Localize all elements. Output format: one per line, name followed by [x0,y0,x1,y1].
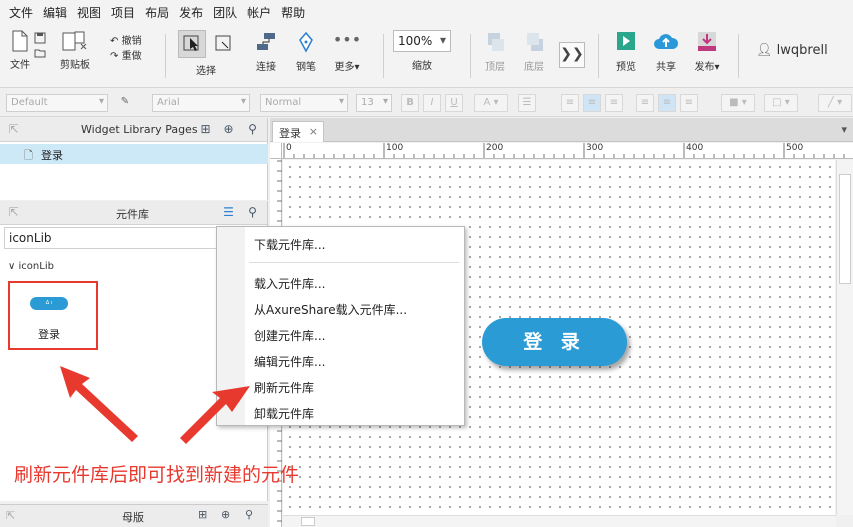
annotation-text: 刷新元件库后即可找到新建的元件 [14,464,300,486]
arrow-to-refresh-item [180,386,250,444]
arrow-to-widget [60,366,138,442]
annotation-arrows [60,366,250,444]
